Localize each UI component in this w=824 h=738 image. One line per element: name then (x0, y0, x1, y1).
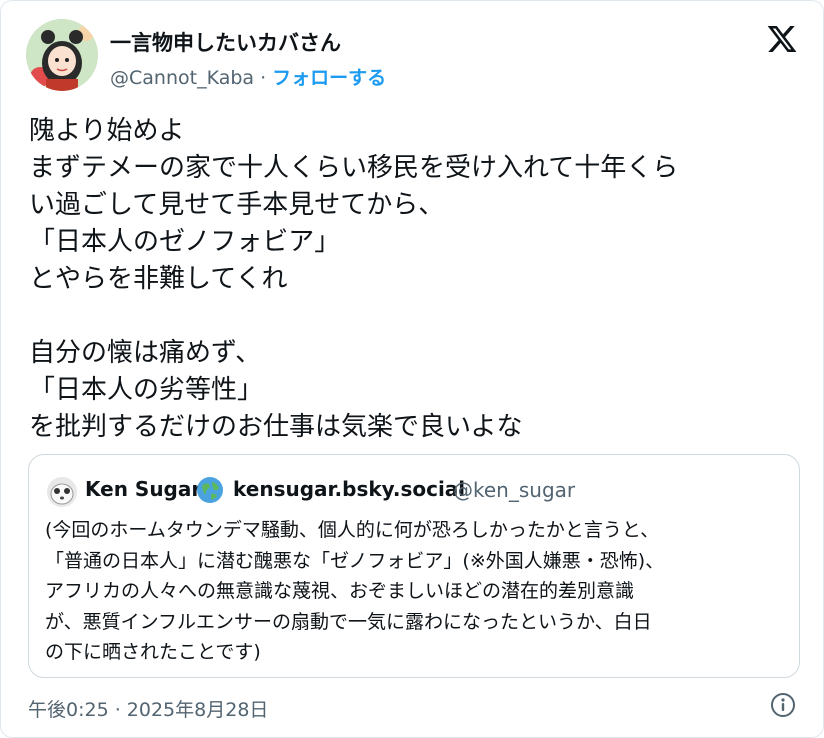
quoted-tweet[interactable]: Ken Sugar kensugar.bsky.social @ken_suga… (28, 454, 800, 678)
separator-dot: · (254, 67, 273, 89)
tweet-line: 「日本人の劣等性」 (29, 375, 264, 405)
quote-line: 「普通の日本人」に潜む醜悪な「ゼノフォビア」(※外国人嫌悪・恐怖)、 (45, 549, 665, 572)
tweet-line: 隗より始めよ (29, 116, 185, 146)
author-handle-line: @Cannot_Kaba · フォローする (110, 63, 386, 90)
quote-line: (今回のホームタウンデマ騒動、個人的に何が恐ろしかったかと言うと、 (45, 519, 660, 541)
tweet-line (29, 298, 799, 335)
tweet-line: い過ごして見せて手本見せてから、 (29, 190, 445, 220)
quote-line: の下に晒されたことです) (45, 641, 261, 663)
quote-handle[interactable]: @ken_sugar (453, 478, 575, 502)
x-logo-icon[interactable] (765, 23, 799, 55)
tweet-line: を批判するだけのお仕事は気楽で良いよな (29, 412, 523, 442)
quote-domain[interactable]: kensugar.bsky.social (233, 477, 465, 501)
quote-line: アフリカの人々への無意識な蔑視、おぞましいほどの潜在的差別意識 (45, 580, 635, 602)
tweet-text: 隗より始めよ まずテメーの家で十人くらい移民を受け入れて十年くら い過ごして見せ… (29, 113, 799, 446)
tweet-line: とやらを非難してくれ (29, 264, 288, 294)
info-icon[interactable] (769, 691, 797, 719)
author-avatar[interactable] (26, 19, 98, 91)
tweet-timestamp[interactable]: 午後0:25 · 2025年8月28日 (28, 695, 268, 722)
tweet-card: 一言物申したいカバさん @Cannot_Kaba · フォローする 隗より始めよ… (0, 0, 824, 738)
author-display-name[interactable]: 一言物申したいカバさん (110, 27, 341, 57)
tweet-line: 自分の懐は痛めず、 (29, 338, 262, 368)
author-handle[interactable]: @Cannot_Kaba (110, 67, 254, 89)
tweet-line: 「日本人のゼノフォビア」 (29, 227, 341, 257)
tweet-line: まずテメーの家で十人くらい移民を受け入れて十年くら (29, 153, 679, 183)
quote-line: が、悪質インフルエンサーの扇動で一気に露わになったというか、白日 (45, 610, 652, 633)
follow-button[interactable]: フォローする (272, 67, 386, 89)
quote-avatar[interactable] (47, 477, 77, 507)
quote-text: (今回のホームタウンデマ騒動、個人的に何が恐ろしかったかと言うと、 「普通の日本… (45, 515, 790, 668)
globe-icon (197, 477, 223, 503)
quote-display-name[interactable]: Ken Sugar (85, 477, 201, 501)
